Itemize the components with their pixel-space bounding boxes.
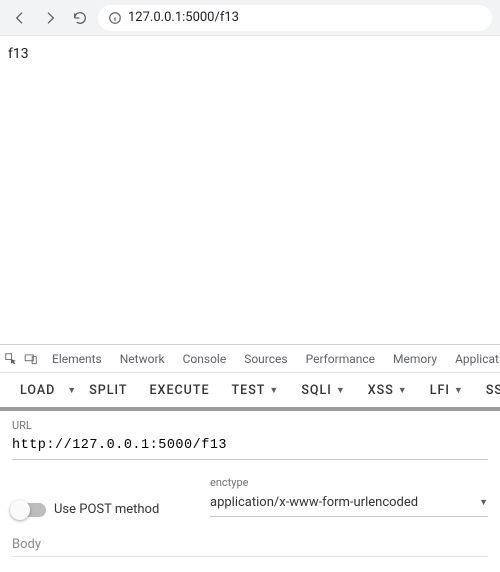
enctype-value: application/x-www-form-urlencoded [210, 495, 418, 510]
chevron-down-icon: ▼ [454, 385, 464, 396]
page-body-text: f13 [8, 46, 492, 62]
ext-xss-button[interactable]: XSS ▼ [358, 373, 418, 407]
tab-console[interactable]: Console [175, 345, 235, 372]
arrow-left-icon [12, 10, 28, 26]
chevron-down-icon: ▼ [336, 385, 346, 396]
ext-btn-label: XSS [368, 383, 394, 398]
reload-icon [72, 10, 88, 26]
info-icon [108, 11, 122, 25]
ext-btn-label: EXECUTE [150, 383, 210, 398]
address-bar[interactable]: 127.0.0.1:5000/f13 [98, 5, 492, 31]
tab-elements[interactable]: Elements [44, 345, 110, 372]
tab-memory[interactable]: Memory [385, 345, 445, 372]
ext-split-button[interactable]: SPLIT [79, 373, 137, 407]
ext-btn-label: SSRF [486, 383, 500, 398]
ext-btn-label: SPLIT [89, 383, 127, 398]
ext-btn-label: TEST [232, 383, 266, 398]
ext-load-button[interactable]: LOAD [10, 373, 65, 407]
ext-btn-label: LFI [430, 383, 450, 398]
extension-toolbar: LOAD ▼ SPLIT EXECUTE TEST▼ SQLI▼ XSS▼ LF… [0, 373, 500, 407]
use-post-label: Use POST method [54, 502, 159, 517]
use-post-toggle[interactable] [12, 503, 46, 517]
tab-sources[interactable]: Sources [236, 345, 295, 372]
page-viewport: f13 [0, 36, 500, 344]
body-label: Body [12, 537, 488, 557]
enctype-label: enctype [210, 476, 488, 489]
ext-lfi-button[interactable]: LFI ▼ [420, 373, 474, 407]
arrow-right-icon [42, 10, 58, 26]
ext-execute-button[interactable]: EXECUTE [140, 373, 220, 407]
ext-sqli-button[interactable]: SQLI ▼ [291, 373, 355, 407]
address-text: 127.0.0.1:5000/f13 [128, 10, 239, 25]
chevron-down-icon[interactable]: ▼ [67, 385, 77, 396]
devices-icon [24, 352, 38, 366]
chevron-down-icon: ▼ [479, 497, 488, 508]
device-toolbar-button[interactable] [24, 350, 38, 368]
url-label: URL [12, 419, 488, 432]
back-button[interactable] [8, 6, 32, 30]
ext-btn-label: LOAD [20, 383, 55, 398]
toggle-knob [10, 500, 30, 520]
devtools-tab-bar: Elements Network Console Sources Perform… [0, 345, 500, 373]
inspect-icon [4, 352, 18, 366]
devtools-panel: Elements Network Console Sources Perform… [0, 344, 500, 572]
ext-btn-label: SQLI [301, 383, 331, 398]
browser-toolbar: 127.0.0.1:5000/f13 [0, 0, 500, 36]
ext-test-button[interactable]: TEST▼ [222, 373, 290, 407]
ext-ssrf-button[interactable]: SSRF [476, 373, 500, 407]
enctype-select[interactable]: application/x-www-form-urlencoded ▼ [210, 491, 488, 517]
chevron-down-icon: ▼ [269, 385, 279, 396]
inspect-element-button[interactable] [4, 350, 18, 368]
tab-network[interactable]: Network [112, 345, 173, 372]
request-panel: URL Use POST method enctype application/… [0, 411, 500, 572]
tab-application[interactable]: Application [447, 345, 500, 372]
chevron-down-icon: ▼ [398, 385, 408, 396]
url-input[interactable] [12, 434, 488, 460]
forward-button[interactable] [38, 6, 62, 30]
reload-button[interactable] [68, 6, 92, 30]
tab-performance[interactable]: Performance [298, 345, 383, 372]
